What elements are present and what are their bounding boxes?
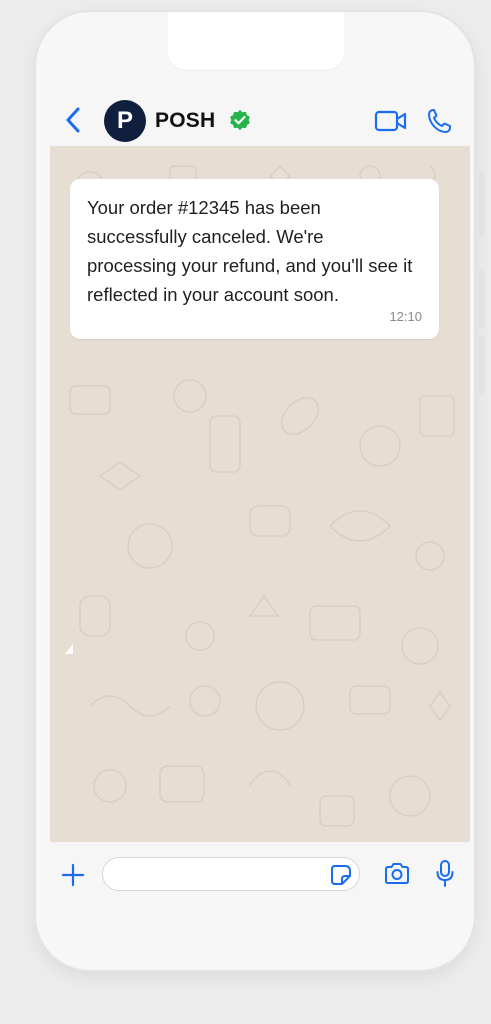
phone-notch	[168, 12, 344, 70]
avatar[interactable]: P	[104, 100, 146, 142]
chevron-left-icon	[66, 107, 80, 133]
message-bubble[interactable]: Your order #12345 has been successfully …	[70, 179, 439, 339]
camera-icon	[385, 863, 409, 884]
back-button[interactable]	[62, 104, 86, 136]
phone-frame: P POSH Your order #12345 has been succes…	[36, 12, 474, 970]
sticker-icon	[331, 865, 351, 885]
bubble-tail	[65, 644, 73, 654]
phone-call-icon	[428, 109, 451, 133]
phone-side-button-bottom	[479, 336, 485, 394]
voice-call-button[interactable]	[426, 107, 452, 135]
video-call-icon	[374, 110, 407, 132]
chat-area[interactable]: Your order #12345 has been successfully …	[50, 146, 470, 842]
voice-message-button[interactable]	[435, 859, 455, 889]
contact-name[interactable]: POSH	[155, 109, 215, 133]
message-timestamp: 12:10	[389, 309, 422, 324]
plus-icon	[61, 863, 85, 887]
message-text: Your order #12345 has been successfully …	[87, 197, 413, 305]
avatar-letter: P	[116, 107, 133, 134]
phone-side-button-top	[479, 172, 485, 236]
attach-button[interactable]	[60, 862, 86, 888]
video-call-button[interactable]	[374, 109, 408, 133]
microphone-icon	[436, 860, 454, 887]
camera-button[interactable]	[383, 862, 411, 886]
composer-bar	[50, 842, 470, 910]
phone-side-button-middle	[479, 270, 485, 328]
verified-badge-icon	[228, 108, 252, 132]
sticker-button[interactable]	[330, 864, 352, 886]
message-input[interactable]	[102, 857, 360, 891]
